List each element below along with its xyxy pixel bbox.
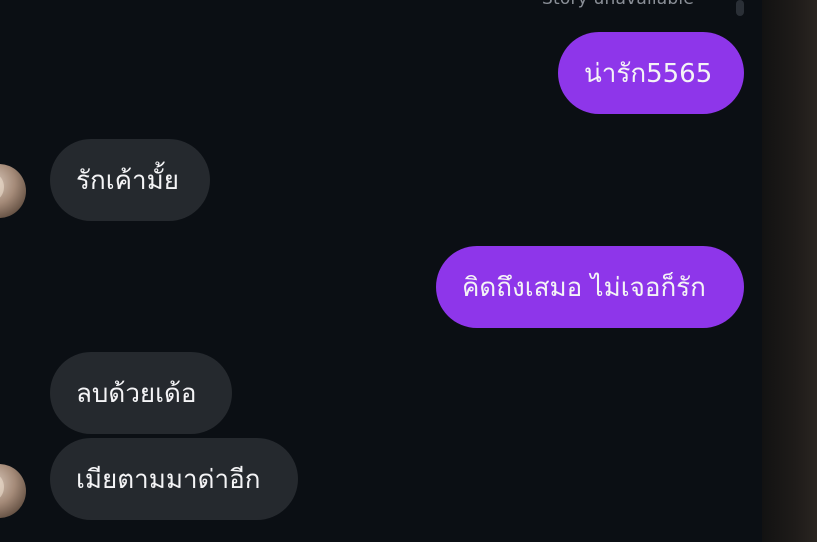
message-text: น่ารัก5565 bbox=[584, 58, 713, 89]
avatar[interactable] bbox=[0, 464, 26, 518]
story-unavailable-label: Story unavailable bbox=[542, 0, 694, 9]
message-bubble-sent[interactable]: คิดถึงเสมอ ไม่เจอก็รัก bbox=[436, 246, 744, 328]
chat-thread[interactable]: Story unavailable น่ารัก5565 รักเค้ามั้ย… bbox=[0, 0, 762, 542]
message-text: เมียตามมาด่าอีก bbox=[76, 464, 261, 495]
message-text: รักเค้ามั้ย bbox=[76, 165, 179, 196]
message-bubble-received[interactable]: เมียตามมาด่าอีก bbox=[50, 438, 298, 520]
message-bubble-received[interactable]: รักเค้ามั้ย bbox=[50, 139, 210, 221]
dm-screen: Story unavailable น่ารัก5565 รักเค้ามั้ย… bbox=[0, 0, 817, 542]
scrollbar-thumb[interactable] bbox=[736, 0, 744, 16]
avatar[interactable] bbox=[0, 164, 26, 218]
side-panel-edge bbox=[762, 0, 817, 542]
message-text: คิดถึงเสมอ ไม่เจอก็รัก bbox=[462, 272, 706, 303]
message-bubble-sent[interactable]: น่ารัก5565 bbox=[558, 32, 744, 114]
message-bubble-received[interactable]: ลบด้วยเด้อ bbox=[50, 352, 232, 434]
message-text: ลบด้วยเด้อ bbox=[76, 378, 197, 409]
